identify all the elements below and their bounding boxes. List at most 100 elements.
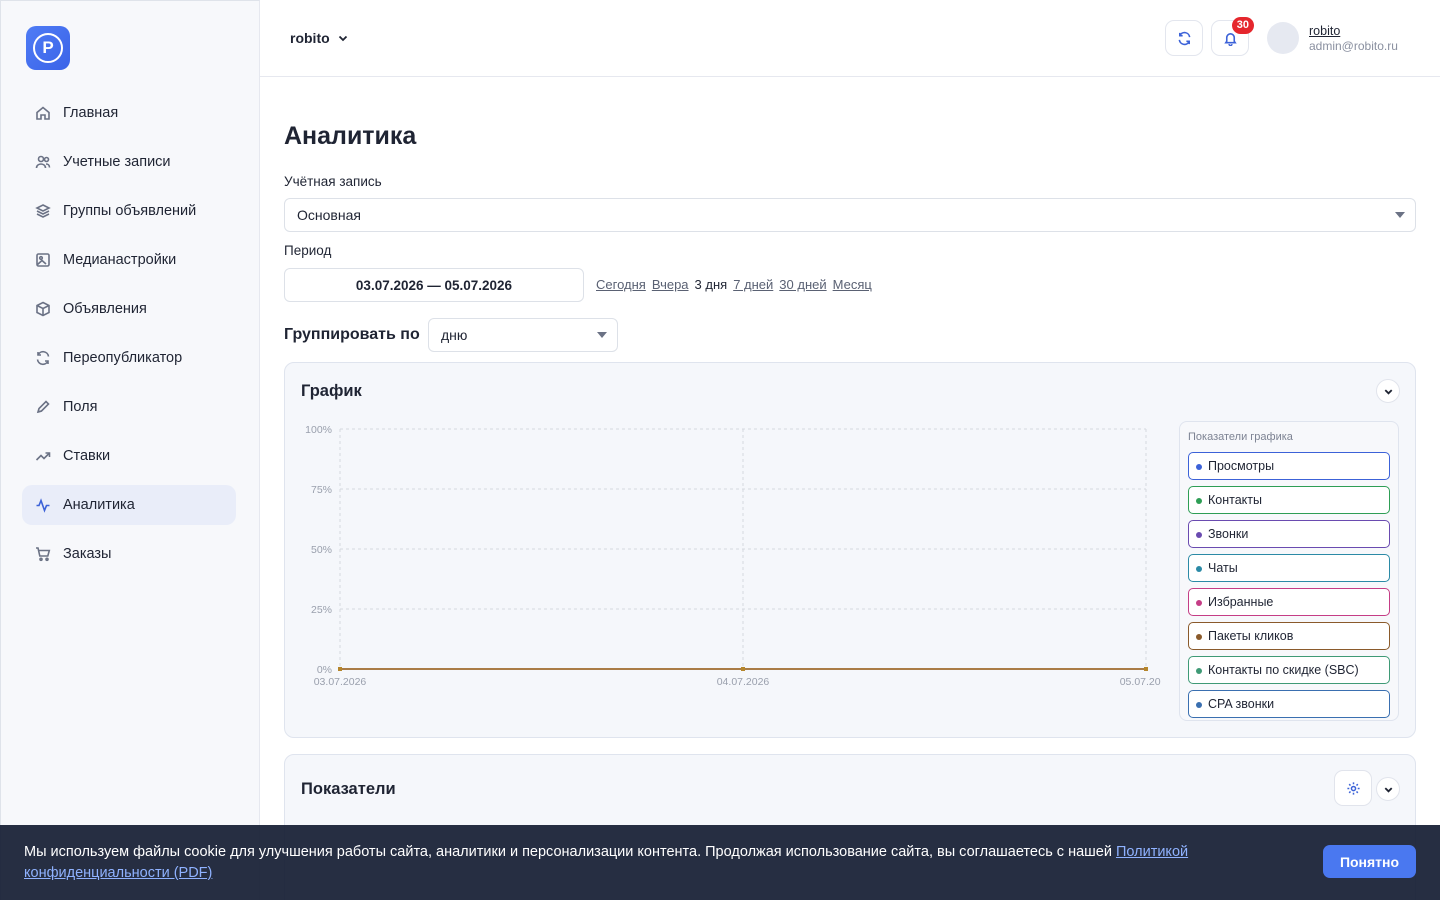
legend-item[interactable]: Контакты по скидке (SBC)	[1188, 656, 1390, 684]
refresh-icon	[35, 350, 51, 366]
legend-item-label: Чаты	[1208, 561, 1238, 575]
activity-icon	[35, 497, 51, 513]
y-tick-label: 50%	[311, 544, 332, 556]
legend-item[interactable]: Контакты	[1188, 486, 1390, 514]
sidebar-item-orders[interactable]: Заказы	[22, 534, 236, 574]
sidebar-item-label: Ставки	[63, 448, 111, 464]
sidebar-nav: Главная Учетные записи Группы объявлений…	[22, 93, 236, 583]
sidebar-item-ads[interactable]: Объявления	[22, 289, 236, 329]
sidebar-item-label: Поля	[63, 399, 98, 415]
legend-item-label: Контакты	[1208, 493, 1262, 507]
y-tick-label: 100%	[305, 424, 332, 436]
y-tick-label: 75%	[311, 484, 332, 496]
sidebar-item-analytics[interactable]: Аналитика	[22, 485, 236, 525]
sidebar-item-label: Объявления	[63, 301, 147, 317]
page-title: Аналитика	[284, 122, 417, 150]
period-date-range-input[interactable]: 03.07.2026 — 05.07.2026	[284, 268, 584, 302]
sidebar-item-ad-groups[interactable]: Группы объявлений	[22, 191, 236, 231]
group-by-label: Группировать по	[284, 326, 420, 343]
x-tick-label: 04.07.2026	[717, 676, 770, 688]
metrics-settings-button[interactable]	[1334, 770, 1372, 806]
sidebar-item-accounts[interactable]: Учетные записи	[22, 142, 236, 182]
chart-card: График 100% 75% 50% 25% 0% 03.07.2026 04.07.20…	[284, 362, 1416, 738]
user-name-link[interactable]: robito	[1309, 24, 1340, 38]
refresh-icon	[1178, 31, 1190, 45]
period-7-days-link[interactable]: 7 дней	[733, 277, 773, 292]
caret-down-icon	[1395, 212, 1405, 218]
legend-dot	[1196, 668, 1202, 674]
series-point	[741, 667, 745, 671]
group-by-select[interactable]: дню	[428, 318, 618, 352]
legend-item[interactable]: Чаты	[1188, 554, 1390, 582]
period-30-days-link[interactable]: 30 дней	[779, 277, 826, 292]
user-email: admin@robito.ru	[1309, 39, 1398, 53]
caret-down-icon	[597, 332, 607, 338]
sidebar-item-label: Медианастройки	[63, 252, 177, 268]
x-tick-label: 03.07.2026	[314, 676, 367, 688]
legend-item[interactable]: CPA звонки	[1188, 690, 1390, 718]
legend-item[interactable]: Звонки	[1188, 520, 1390, 548]
home-icon	[35, 105, 51, 121]
chevron-down-icon	[1384, 388, 1392, 395]
chart-legend-panel: Показатели графика Просмотры Контакты Звон…	[1179, 421, 1399, 721]
group-by-select-value: дню	[441, 327, 468, 343]
sidebar-item-media-settings[interactable]: Медианастройки	[22, 240, 236, 280]
metrics-collapse-button[interactable]	[1376, 777, 1400, 801]
notifications-button[interactable]: 30	[1211, 17, 1254, 56]
period-today-link[interactable]: Сегодня	[596, 277, 646, 292]
sidebar-item-republisher[interactable]: Переопубликатор	[22, 338, 236, 378]
layers-icon	[35, 203, 51, 219]
legend-item-label: Избранные	[1208, 595, 1274, 609]
sidebar-item-home[interactable]: Главная	[22, 93, 236, 133]
sidebar-item-label: Аналитика	[63, 497, 135, 513]
legend-list: Просмотры Контакты Звонки Чаты Избранные Паке…	[1188, 452, 1390, 720]
legend-item[interactable]: Просмотры	[1188, 452, 1390, 480]
legend-item[interactable]: Избранные	[1188, 588, 1390, 616]
account-select-value: Основная	[297, 207, 361, 223]
analytics-line-chart: 100% 75% 50% 25% 0%03.07.2026 04.07.2026 05.07…	[305, 424, 1161, 688]
period-yesterday-link[interactable]: Вчера	[652, 277, 689, 292]
y-tick-label: 0%	[317, 664, 332, 676]
avatar[interactable]	[1267, 22, 1299, 54]
account-label: Учётная запись	[284, 174, 382, 189]
legend-item[interactable]: Пакеты кликов	[1188, 622, 1390, 650]
cookie-accept-button[interactable]: Понятно	[1323, 845, 1416, 878]
legend-title: Показатели графика	[1188, 431, 1293, 443]
cookie-message: Мы используем файлы cookie для улучшения…	[24, 844, 1116, 860]
period-3-days-link[interactable]: 3 дня	[695, 277, 728, 292]
logo-mark: P	[33, 33, 63, 63]
cookie-text: Мы используем файлы cookie для улучшения…	[24, 842, 1224, 884]
account-select[interactable]: Основная	[284, 198, 1416, 232]
refresh-button[interactable]	[1165, 20, 1203, 56]
sidebar-item-label: Переопубликатор	[63, 350, 183, 366]
chevron-down-icon	[1384, 786, 1392, 793]
chart-collapse-button[interactable]	[1376, 379, 1400, 403]
sidebar-item-label: Группы объявлений	[63, 203, 197, 219]
cookie-banner: Мы используем файлы cookie для улучшения…	[0, 825, 1440, 900]
cart-icon	[35, 546, 51, 562]
legend-item-label: Контакты по скидке (SBC)	[1208, 663, 1359, 677]
sidebar-item-label: Главная	[63, 105, 119, 121]
sidebar: P Главная Учетные записи Группы объявлен…	[0, 0, 260, 900]
legend-dot	[1196, 634, 1202, 640]
quick-period-links: Сегодня Вчера 3 дня 7 дней 30 дней Месяц	[596, 277, 872, 292]
sidebar-item-fields[interactable]: Поля	[22, 387, 236, 427]
chart-card-title: График	[301, 382, 362, 400]
app-logo[interactable]: P	[26, 26, 70, 70]
series-point	[338, 667, 342, 671]
period-label: Период	[284, 243, 332, 258]
org-switcher[interactable]: robito	[290, 30, 350, 46]
legend-item-label: Пакеты кликов	[1208, 629, 1294, 643]
legend-dot	[1196, 566, 1202, 572]
sidebar-item-bids[interactable]: Ставки	[22, 436, 236, 476]
x-tick-label: 05.07.2026	[1120, 676, 1161, 688]
sidebar-item-label: Заказы	[63, 546, 112, 562]
legend-item-label: CPA звонки	[1208, 697, 1275, 711]
users-icon	[35, 154, 51, 170]
legend-dot	[1196, 498, 1202, 504]
legend-dot	[1196, 702, 1202, 708]
legend-dot	[1196, 532, 1202, 538]
metrics-card-title: Показатели	[301, 780, 396, 798]
gear-icon	[1346, 781, 1360, 795]
period-month-link[interactable]: Месяц	[833, 277, 872, 292]
